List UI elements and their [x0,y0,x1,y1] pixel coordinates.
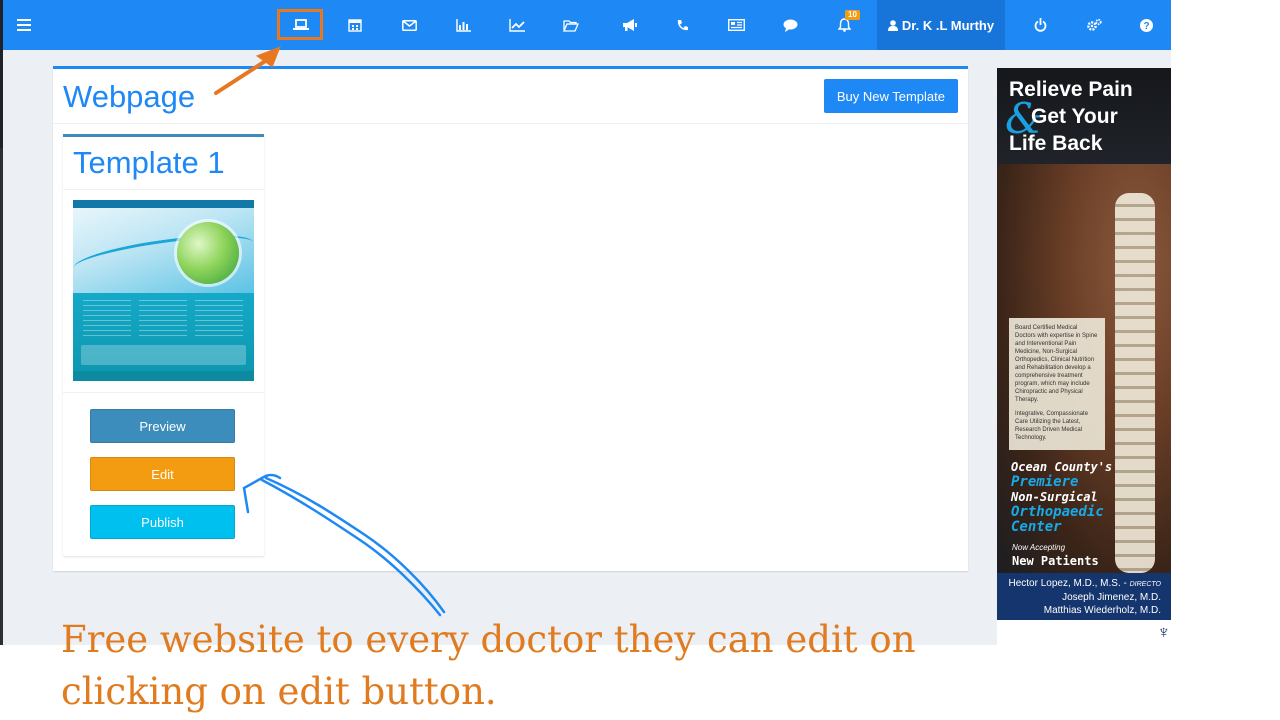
screenshot: 10 Dr. K .L Murthy ? Webpage Buy New Tem… [0,0,1280,720]
line-chart-icon[interactable] [490,0,544,50]
svg-text:?: ? [1143,21,1149,32]
question-icon[interactable]: ? [1121,0,1171,50]
bar-chart-icon[interactable] [436,0,490,50]
user-name: Dr. K .L Murthy [901,17,995,33]
publish-button[interactable]: Publish [90,505,235,539]
buy-new-template-button[interactable]: Buy New Template [823,79,958,113]
divider [53,123,968,124]
envelope-icon[interactable] [382,0,436,50]
ad-doctors: Hector Lopez, M.D., M.S. - DIRECTO Josep… [997,573,1171,620]
sidebar-edge [0,0,3,645]
power-icon[interactable] [1013,0,1067,50]
ad-tagline: Ocean County's Premiere Non-Surgical Ort… [1011,460,1113,535]
user-menu[interactable]: Dr. K .L Murthy [877,0,1005,50]
comment-icon[interactable] [763,0,817,50]
annotation-caption: Free website to every doctor they can ed… [61,618,916,713]
preview-button[interactable]: Preview [90,409,235,443]
hamburger-icon[interactable] [3,0,45,50]
edit-button[interactable]: Edit [90,457,235,491]
ad-bullets: Board Certified Medical Doctors with exp… [1009,318,1105,450]
webpage-panel: Webpage Buy New Template Template 1 Prev… [53,66,968,571]
app-window: 10 Dr. K .L Murthy ? Webpage Buy New Tem… [0,0,1171,645]
calendar-icon[interactable] [328,0,382,50]
folder-open-icon[interactable] [544,0,598,50]
ad-accepting: Now Accepting [1012,543,1066,552]
notification-badge: 10 [845,10,860,20]
newspaper-icon[interactable] [709,0,763,50]
highlight-box [277,9,323,40]
advertisement-banner[interactable]: & Relieve Pain Get Your Life Back Board … [997,68,1171,645]
template-title: Template 1 [73,145,225,180]
template-thumbnail[interactable] [73,200,254,381]
phone-icon[interactable] [655,0,709,50]
bullhorn-icon[interactable] [603,0,657,50]
ad-logo: ♆ [997,620,1171,645]
ad-new-patients: New Patients [1012,554,1099,568]
page-title: Webpage [63,79,196,114]
template-card: Template 1 Preview Edit Publish [63,134,264,556]
user-icon [887,19,898,31]
cogs-icon[interactable] [1067,0,1121,50]
ad-headline: Relieve Pain Get Your Life Back [1009,78,1133,155]
bell-icon[interactable]: 10 [817,0,871,50]
top-navbar: 10 Dr. K .L Murthy ? [3,0,1171,50]
